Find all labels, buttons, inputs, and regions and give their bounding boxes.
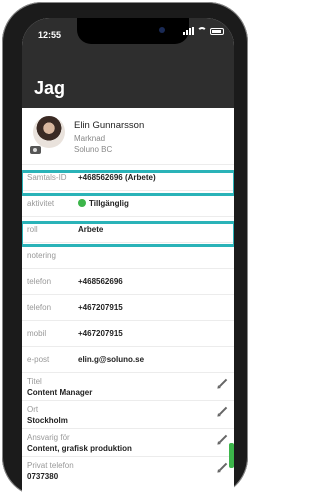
field-note[interactable]: notering xyxy=(22,242,234,268)
field-label: mobil xyxy=(27,329,47,338)
detail-value: Content Manager xyxy=(27,388,93,397)
field-mobile[interactable]: mobil +467207915 xyxy=(22,320,234,346)
notch xyxy=(77,18,189,44)
field-label: telefon xyxy=(27,303,52,312)
field-value: Arbete xyxy=(78,225,104,234)
profile-company: Soluno BC xyxy=(74,145,113,154)
field-phone-2[interactable]: telefon +467207915 xyxy=(22,294,234,320)
field-role[interactable]: roll Arbete xyxy=(22,216,234,242)
detail-label: Privat telefon xyxy=(27,461,74,470)
field-label: notering xyxy=(27,251,56,260)
wifi-icon xyxy=(197,27,207,35)
field-label: aktivitet xyxy=(27,199,55,208)
profile-name: Elin Gunnarsson xyxy=(74,120,145,131)
profile-card: Elin Gunnarsson Marknad Soluno BC xyxy=(22,108,234,168)
detail-title[interactable]: Titel Content Manager xyxy=(22,372,234,400)
profile-fields: Samtals-ID +468562696 (Arbete) aktivitet… xyxy=(22,164,234,484)
field-phone-work[interactable]: telefon +468562696 xyxy=(22,268,234,294)
available-status-icon xyxy=(78,199,86,207)
detail-city[interactable]: Ort Stockholm xyxy=(22,400,234,428)
detail-responsible[interactable]: Ansvarig för Content, grafisk produktion xyxy=(22,428,234,456)
page-title: Jag xyxy=(34,78,66,98)
edit-icon[interactable] xyxy=(218,378,228,388)
signal-icon xyxy=(183,27,194,35)
field-label: telefon xyxy=(27,277,52,286)
detail-value: 0737380 xyxy=(27,472,59,481)
field-activity[interactable]: aktivitet Tillgänglig xyxy=(22,190,234,216)
detail-value: Content, grafisk produktion xyxy=(27,444,132,453)
field-call-id[interactable]: Samtals-ID +468562696 (Arbete) xyxy=(22,164,234,190)
front-camera-icon xyxy=(159,27,165,33)
field-value: +467207915 xyxy=(78,303,123,312)
field-value: +467207915 xyxy=(78,329,123,338)
field-value: +468562696 xyxy=(78,277,123,286)
battery-icon xyxy=(210,28,224,35)
detail-value: Stockholm xyxy=(27,416,68,425)
status-time: 12:55 xyxy=(38,30,62,40)
field-email[interactable]: e-post elin.g@soluno.se xyxy=(22,346,234,372)
field-label: roll xyxy=(27,225,38,234)
field-value: +468562696 (Arbete) xyxy=(78,173,156,182)
detail-label: Titel xyxy=(27,377,42,386)
scrollbar[interactable] xyxy=(229,443,234,468)
phone-frame: 12:55 Jag Elin Gunnarsson Marknad Soluno… xyxy=(2,2,248,501)
edit-icon[interactable] xyxy=(218,462,228,472)
header-bar: 12:55 Jag xyxy=(22,18,234,108)
field-value: elin.g@soluno.se xyxy=(78,355,145,364)
status-icons xyxy=(183,27,224,35)
edit-icon[interactable] xyxy=(218,406,228,416)
camera-icon[interactable] xyxy=(30,146,41,154)
field-label: Samtals-ID xyxy=(27,173,67,182)
avatar[interactable] xyxy=(33,116,65,148)
app-screen: 12:55 Jag Elin Gunnarsson Marknad Soluno… xyxy=(22,18,234,501)
field-value-wrap: Tillgänglig xyxy=(78,199,129,208)
edit-icon[interactable] xyxy=(218,434,228,444)
detail-label: Ansvarig för xyxy=(27,433,70,442)
field-value: Tillgänglig xyxy=(89,199,129,208)
profile-department: Marknad xyxy=(74,134,106,143)
field-label: e-post xyxy=(27,355,50,364)
detail-private-phone[interactable]: Privat telefon 0737380 xyxy=(22,456,234,484)
detail-label: Ort xyxy=(27,405,39,414)
